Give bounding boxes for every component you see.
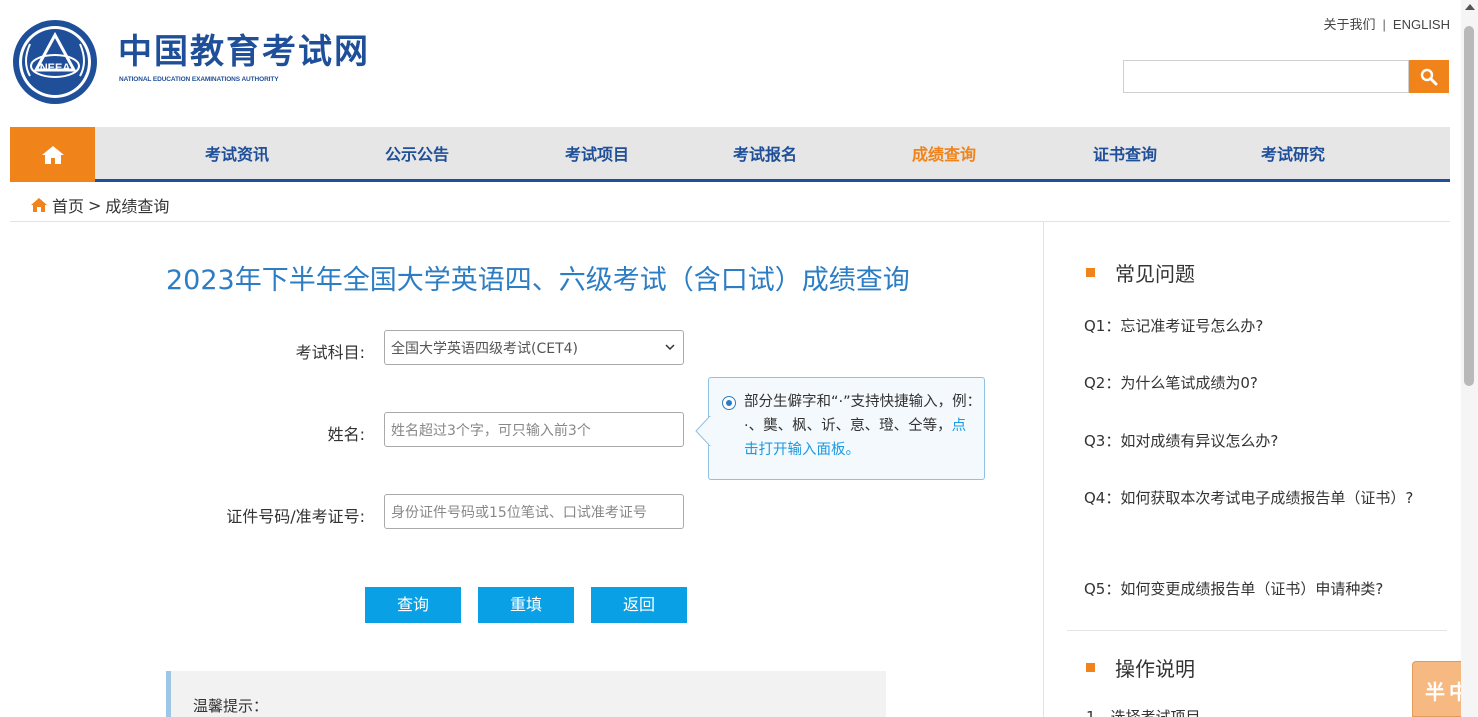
search-input[interactable]	[1123, 60, 1409, 93]
operations-heading-text: 操作说明	[1115, 657, 1195, 681]
reset-button[interactable]: 重填	[478, 587, 574, 623]
id-number-label: 证件号码/准考证号:	[226, 507, 365, 526]
tooltip-arrow	[695, 416, 711, 446]
faq-item[interactable]: Q1：忘记准考证号怎么办?	[1084, 311, 1429, 341]
nav-item-registration[interactable]: 考试报名	[733, 127, 797, 182]
name-input[interactable]: 姓名超过3个字，可只输入前3个	[384, 412, 684, 447]
name-label: 姓名:	[327, 425, 365, 444]
nav-home-button[interactable]	[10, 127, 95, 182]
vertical-scrollbar[interactable]	[1461, 0, 1478, 717]
faq-heading: 常见问题	[1086, 258, 1195, 287]
operations-heading: 操作说明	[1086, 653, 1195, 682]
faq-item[interactable]: Q3：如对成绩有异议怎么办?	[1084, 426, 1429, 456]
nav-item-certificate-query[interactable]: 证书查询	[1093, 127, 1157, 182]
chevron-down-icon	[665, 344, 675, 351]
main-nav: 考试资讯 公示公告 考试项目 考试报名 成绩查询 证书查询 考试研究	[10, 127, 1450, 182]
search-button[interactable]	[1409, 60, 1449, 93]
breadcrumb-home[interactable]: 首页	[52, 193, 84, 217]
step-item: 1．选择考试项目	[1086, 708, 1201, 717]
neea-emblem-logo[interactable]: NEEA	[10, 18, 100, 106]
scroll-up-arrow-icon[interactable]	[1465, 4, 1475, 10]
breadcrumb-divider	[10, 221, 1450, 222]
query-button[interactable]: 查询	[365, 587, 461, 623]
nav-item-announcements[interactable]: 公示公告	[385, 127, 449, 182]
top-links-separator: |	[1382, 17, 1386, 32]
back-button[interactable]: 返回	[591, 587, 687, 623]
nav-item-score-query[interactable]: 成绩查询	[912, 127, 976, 182]
id-number-input[interactable]: 身份证件号码或15位笔试、口试准考证号	[384, 494, 684, 529]
site-logo-cn[interactable]: 中国教育考试网	[118, 32, 370, 72]
home-icon	[41, 145, 64, 164]
subject-label: 考试科目:	[295, 343, 365, 362]
english-link[interactable]: ENGLISH	[1393, 17, 1450, 32]
faq-heading-text: 常见问题	[1115, 262, 1195, 286]
about-us-link[interactable]: 关于我们	[1324, 17, 1376, 32]
tips-title: 温馨提示：	[193, 697, 269, 715]
scrollbar-thumb[interactable]	[1464, 26, 1474, 386]
emblem-text: NEEA	[40, 62, 71, 74]
site-logo-en: NATIONAL EDUCATION EXAMINATIONS AUTHORIT…	[119, 76, 279, 83]
square-bullet-icon	[1086, 663, 1095, 672]
sidebar-rule	[1067, 630, 1447, 631]
rare-char-tooltip: 部分生僻字和“·”支持快捷输入，例：·、龑、枫、䜣、恴、璒、仝等，点击打开输入面…	[695, 377, 985, 480]
page-title: 2023年下半年全国大学英语四、六级考试（含口试）成绩查询	[166, 265, 910, 296]
subject-select[interactable]: 全国大学英语四级考试(CET4)	[384, 330, 684, 365]
top-links: 关于我们 | ENGLISH	[1324, 14, 1450, 33]
breadcrumb-current: 成绩查询	[105, 197, 170, 216]
faq-item[interactable]: Q4：如何获取本次考试电子成绩报告单（证书）?	[1084, 483, 1429, 513]
tooltip-text: 部分生僻字和“·”支持快捷输入，例：·、龑、枫、䜣、恴、璒、仝等，点击打开输入面…	[744, 390, 974, 462]
breadcrumb-home-icon	[31, 198, 47, 212]
breadcrumb-separator: >	[88, 195, 102, 215]
square-bullet-icon	[1086, 268, 1095, 277]
tooltip-body: 部分生僻字和“·”支持快捷输入，例：·、龑、枫、䜣、恴、璒、仝等，	[744, 394, 974, 434]
sidebar-divider	[1043, 222, 1044, 717]
faq-item[interactable]: Q5：如何变更成绩报告单（证书）申请种类?	[1084, 574, 1429, 604]
search-icon	[1420, 68, 1438, 85]
faq-item[interactable]: Q2：为什么笔试成绩为0?	[1084, 368, 1429, 398]
tips-box: 温馨提示：	[166, 671, 886, 717]
nav-item-exam-news[interactable]: 考试资讯	[205, 127, 269, 182]
radio-dot-icon	[722, 396, 736, 410]
nav-item-exam-research[interactable]: 考试研究	[1261, 127, 1325, 182]
nav-item-exam-programs[interactable]: 考试项目	[565, 127, 629, 182]
subject-select-value: 全国大学英语四级考试(CET4)	[391, 340, 579, 357]
breadcrumb: 首页 > 成绩查询	[30, 193, 169, 217]
